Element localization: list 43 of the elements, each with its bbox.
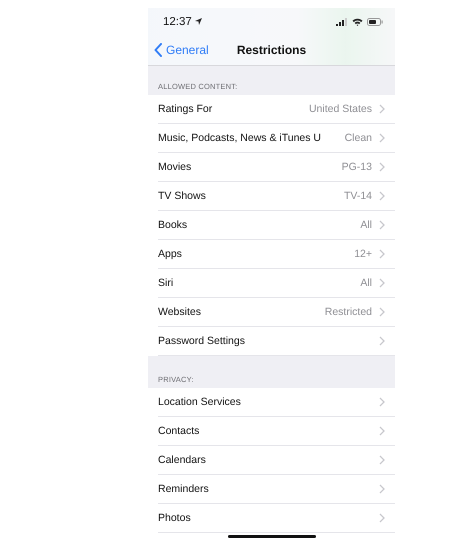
chevron-right-icon [379,397,385,407]
row-value: All [360,277,372,289]
chevron-right-icon [379,426,385,436]
chevron-right-icon [379,455,385,465]
settings-row[interactable]: Photos [158,504,395,533]
wifi-icon [352,18,363,26]
chevron-right-icon [379,191,385,201]
battery-icon [367,18,383,26]
settings-row[interactable]: Books All [158,211,395,240]
location-arrow-icon [194,18,202,25]
row-value: Clean [344,132,372,144]
chevron-right-icon [379,104,385,114]
row-value: Restricted [324,306,372,318]
settings-row[interactable]: Music, Podcasts, News & iTunes U Clean [158,124,395,153]
row-value: United States [308,103,372,115]
row-value: 12+ [354,248,372,260]
settings-row[interactable]: Websites Restricted [158,298,395,327]
settings-row[interactable]: Ratings For United States [158,95,395,124]
settings-row[interactable]: Reminders [158,475,395,504]
chevron-right-icon [379,162,385,172]
settings-row[interactable]: TV Shows TV-14 [158,182,395,211]
row-value: TV-14 [344,190,372,202]
back-button[interactable]: General [148,43,209,57]
settings-row[interactable]: Contacts [158,417,395,446]
status-time: 12:37 [163,16,192,28]
signal-icon [336,18,348,26]
chevron-right-icon [379,220,385,230]
row-value: All [360,219,372,231]
settings-row[interactable]: Siri All [158,269,395,298]
back-chevron-icon [154,43,162,57]
settings-row[interactable]: Movies PG-13 [158,153,395,182]
screen-title: Restrictions [236,43,306,57]
chevron-right-icon [379,307,385,317]
chevron-right-icon [379,278,385,288]
settings-row[interactable]: Calendars [158,446,395,475]
row-value: PG-13 [342,161,372,173]
settings-row[interactable]: Apps 12+ [158,240,395,269]
chevron-right-icon [379,336,385,346]
chevron-right-icon [379,133,385,143]
chevron-right-icon [379,249,385,259]
chevron-right-icon [379,513,385,523]
chevron-right-icon [379,484,385,494]
settings-row[interactable]: Location Services [158,388,395,417]
